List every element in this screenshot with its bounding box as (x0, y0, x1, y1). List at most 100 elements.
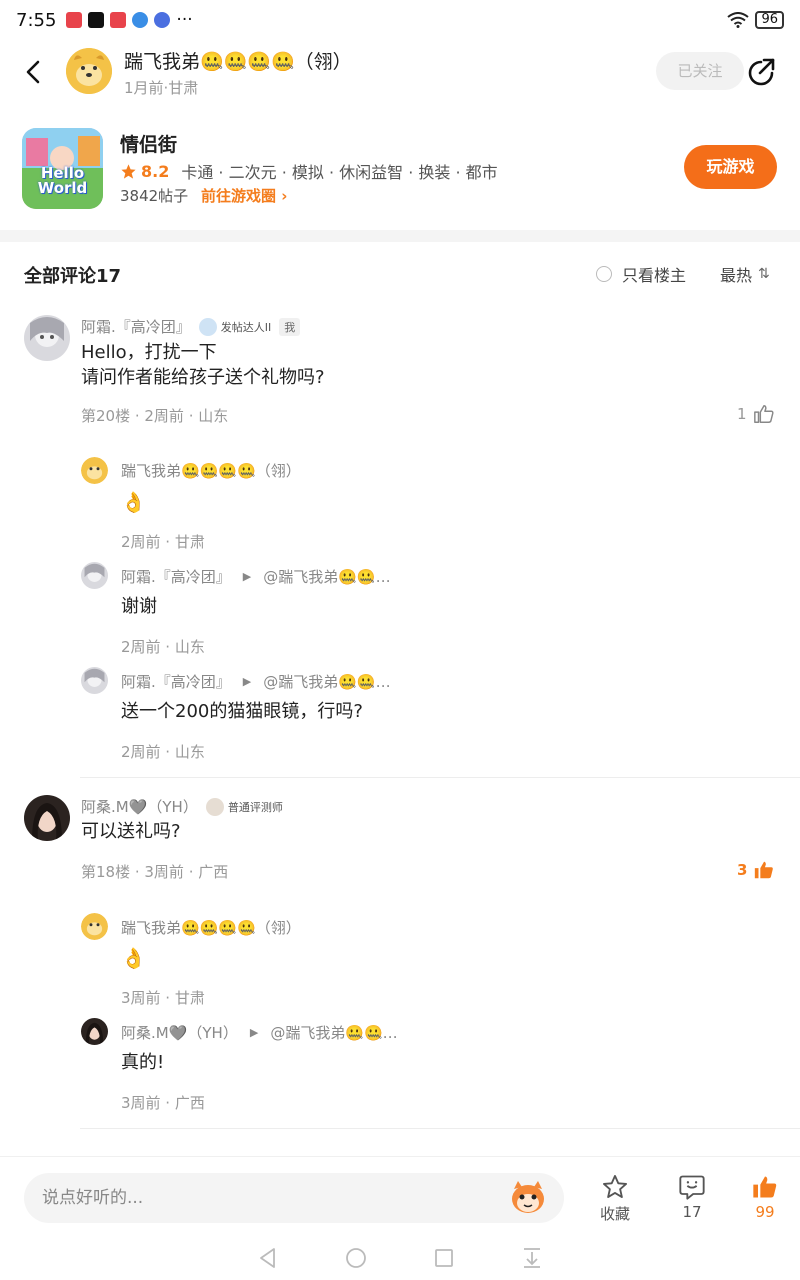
post-like-button[interactable]: 99 (735, 1173, 795, 1221)
system-nav-bar (0, 1236, 800, 1280)
replier-name[interactable]: 阿霜.『高冷团』 (121, 671, 231, 692)
game-posts-row: 3842帖子 前往游戏圈 › (120, 185, 287, 206)
user-badge: 普通评测师 (205, 797, 283, 816)
nav-home-icon[interactable] (342, 1244, 370, 1272)
reply-to-arrow-icon: ▶ (242, 570, 252, 583)
replier-avatar[interactable] (81, 913, 108, 940)
bottom-action-bar: 说点好听的... 收藏 17 99 (0, 1156, 800, 1236)
replier-name[interactable]: 阿霜.『高冷团』 (121, 566, 231, 587)
goto-game-circle-link[interactable]: 前往游戏圈 › (201, 187, 287, 205)
star-icon (121, 163, 136, 179)
comment-separator (80, 777, 800, 778)
reply-name-row: 阿霜.『高冷团』 ▶ @踹飞我弟🤐🤐… (121, 566, 391, 587)
collect-label: 收藏 (599, 1205, 630, 1223)
reply-text[interactable]: 谢谢 (121, 594, 157, 619)
app-notification-icon (110, 12, 127, 28)
reply-text[interactable]: 送一个200的猫猫眼镜，行吗? (121, 699, 363, 724)
nav-recents-icon[interactable] (430, 1244, 458, 1272)
comment-count-button[interactable]: 17 (662, 1173, 722, 1221)
comment-input[interactable]: 说点好听的... (24, 1173, 564, 1223)
commenter-name[interactable]: 阿桑.M🩶（YH） (81, 796, 198, 817)
status-time: 7:55 (16, 9, 57, 31)
comments-header: 全部评论17 只看楼主 最热 ⇅ (0, 242, 800, 304)
nav-hide-keyboard-icon[interactable] (518, 1244, 546, 1272)
reply-meta: 2周前 · 山东 (121, 743, 205, 761)
sort-selector[interactable]: 最热 ⇅ (720, 262, 770, 286)
commenter-name-row: 阿桑.M🩶（YH） 普通评测师 (81, 796, 283, 817)
like-button[interactable]: 3 (737, 859, 775, 881)
section-divider (0, 230, 800, 242)
comment-text[interactable]: Hello，打扰一下 请问作者能给孩子送个礼物吗? (81, 340, 325, 390)
comment-meta: 第18楼 · 3周前 · 广西 (81, 863, 229, 881)
only-op-toggle[interactable]: 只看楼主 (596, 262, 686, 286)
sort-label: 最热 (720, 266, 753, 285)
game-name[interactable]: 情侣街 (120, 130, 177, 157)
author-avatar[interactable] (66, 48, 112, 94)
replier-avatar[interactable] (81, 1018, 108, 1045)
badge-icon (198, 317, 217, 336)
comment-line: Hello，打扰一下 (81, 342, 217, 363)
reply-to-arrow-icon: ▶ (249, 1026, 259, 1039)
replier-avatar[interactable] (81, 562, 108, 589)
replier-avatar[interactable] (81, 667, 108, 694)
comment-meta: 第20楼 · 2周前 · 山东 (81, 407, 229, 425)
user-badge: 发帖达人II (198, 317, 272, 336)
reply-meta: 2周前 · 山东 (121, 638, 205, 656)
mascot-emoji-icon[interactable] (508, 1179, 548, 1215)
nav-back-icon[interactable] (254, 1244, 282, 1272)
collect-button[interactable]: 收藏 (585, 1173, 645, 1224)
post-header: 踹飞我弟🤐🤐🤐🤐（翎） 1月前·甘肃 已关注 (0, 40, 800, 106)
author-name[interactable]: 踹飞我弟🤐🤐🤐🤐（翎） (124, 47, 352, 74)
replier-avatar[interactable] (81, 457, 108, 484)
goto-game-circle-label: 前往游戏圈 (200, 187, 276, 205)
reply-text[interactable]: 👌 (121, 946, 146, 971)
tiktok-icon (88, 12, 105, 28)
commenter-name[interactable]: 阿霜.『高冷团』 (81, 316, 191, 337)
more-notifications-icon: ··· (176, 10, 193, 30)
commenter-avatar[interactable] (24, 795, 70, 841)
post-time-location: 1月前·甘肃 (124, 79, 199, 97)
game-card[interactable]: Hello World 情侣街 8.2 卡通 · 二次元 · 模拟 · 休闲益智… (0, 118, 800, 228)
reply-text[interactable]: 👌 (121, 490, 146, 515)
like-count: 1 (737, 405, 747, 423)
game-thumb-text-2: World (37, 179, 88, 197)
play-game-button[interactable]: 玩游戏 (684, 145, 777, 189)
commenter-avatar[interactable] (24, 315, 70, 361)
reply-to-arrow-icon: ▶ (242, 675, 252, 688)
comment-count: 17 (682, 1203, 702, 1221)
reply-text[interactable]: 真的! (121, 1050, 164, 1075)
post-like-count: 99 (755, 1203, 775, 1221)
commenter-name-row: 阿霜.『高冷团』 发帖达人II 我 (81, 316, 301, 337)
comment-text[interactable]: 可以送礼吗? (81, 819, 181, 844)
chevron-right-icon: › (281, 187, 288, 205)
game-thumbnail[interactable]: Hello World (22, 128, 103, 209)
telegram-icon (132, 12, 149, 28)
post-count: 3842帖子 (120, 187, 189, 205)
badge-label: 发帖达人II (220, 320, 272, 334)
like-button[interactable]: 1 (737, 403, 775, 425)
star-outline-icon (602, 1174, 628, 1198)
replier-name[interactable]: 踹飞我弟🤐🤐🤐🤐（翎） (121, 460, 301, 481)
sort-icon: ⇅ (758, 266, 770, 282)
game-tags: 卡通 · 二次元 · 模拟 · 休闲益智 · 换装 · 都市 (181, 163, 498, 182)
reply-target[interactable]: @踹飞我弟🤐🤐… (270, 1022, 397, 1043)
battery-icon: 96 (755, 11, 784, 29)
reply-name-row: 踹飞我弟🤐🤐🤐🤐（翎） (121, 460, 301, 481)
reply-target[interactable]: @踹飞我弟🤐🤐… (263, 671, 390, 692)
follow-button[interactable]: 已关注 (656, 52, 744, 90)
share-icon[interactable] (744, 56, 778, 90)
reply-meta: 2周前 · 甘肃 (121, 533, 205, 551)
replier-name[interactable]: 踹飞我弟🤐🤐🤐🤐（翎） (121, 917, 301, 938)
only-op-label: 只看楼主 (622, 266, 687, 285)
back-arrow-icon[interactable] (18, 56, 50, 88)
thumbs-up-icon (753, 405, 774, 423)
radio-icon[interactable] (596, 266, 612, 282)
thumbs-up-filled-icon (755, 861, 774, 879)
status-bar: 7:55 ··· 96 (0, 0, 800, 40)
replier-name[interactable]: 阿桑.M🩶（YH） (121, 1022, 238, 1043)
badge-label: 普通评测师 (227, 800, 283, 814)
app-notification-icon (66, 12, 83, 28)
reply-target[interactable]: @踹飞我弟🤐🤐… (263, 566, 390, 587)
comment-separator (80, 1128, 800, 1129)
wifi-icon (727, 12, 750, 28)
